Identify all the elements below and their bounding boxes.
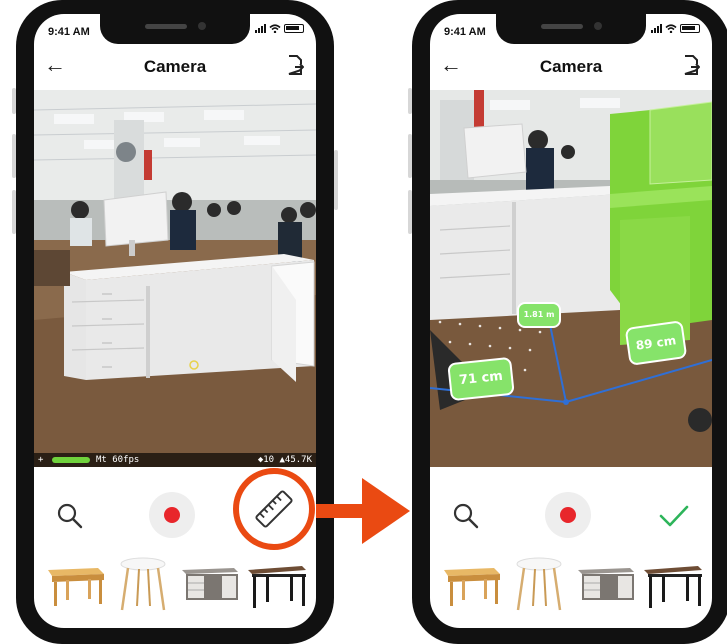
furniture-item-black-desk[interactable]: [640, 556, 702, 612]
record-button[interactable]: [149, 492, 195, 538]
wifi-icon: [269, 24, 281, 33]
signal-icon: [651, 24, 662, 33]
ruler-icon: [255, 490, 293, 528]
transition-arrow-icon: [316, 478, 410, 544]
furniture-item-round-white-table[interactable]: [508, 556, 570, 612]
volume-up-button: [408, 134, 412, 178]
status-time: 9:41 AM: [48, 26, 90, 38]
camera-viewport-measuring[interactable]: 71 cm 1.81 m 89 cm: [430, 90, 712, 467]
phone-mockup-after: 9:41 AM ← Camera 71 cm 1.81 m 89 cm: [408, 0, 727, 644]
furniture-carousel: [430, 552, 712, 618]
furniture-item-black-desk[interactable]: [244, 556, 306, 612]
volume-up-button: [12, 134, 16, 178]
ar-debug-bar: + Mt 60fps ◆10 ▲45.7K: [34, 453, 316, 467]
furniture-item-grey-desk[interactable]: [178, 556, 240, 612]
app-bar: ← Camera: [34, 52, 316, 82]
ar-debug-plus: +: [38, 455, 44, 465]
mute-switch: [12, 88, 16, 114]
furniture-item-wooden-table[interactable]: [440, 556, 502, 612]
furniture-item-round-white-table[interactable]: [112, 556, 174, 612]
camera-toolbar: [430, 488, 712, 544]
phone-notch: [496, 14, 646, 44]
record-button[interactable]: [545, 492, 591, 538]
app-bar: ← Camera: [430, 52, 712, 82]
power-button: [334, 150, 338, 210]
office-scene-photo: [34, 90, 316, 467]
volume-down-button: [408, 190, 412, 234]
battery-icon: [680, 24, 700, 33]
search-icon: [453, 503, 479, 529]
scene-stats: ◆10 ▲45.7K: [257, 455, 312, 465]
wifi-icon: [665, 24, 677, 33]
mute-switch: [408, 88, 412, 114]
measurement-label-width: 71 cm: [447, 356, 515, 402]
check-icon: [659, 505, 689, 527]
search-button[interactable]: [438, 488, 494, 544]
office-scene-photo-zoomed: [430, 90, 712, 467]
measurement-label-height: 1.81 m: [517, 302, 561, 328]
signal-icon: [255, 24, 266, 33]
file-export-icon[interactable]: [682, 54, 700, 76]
fps-meter: [52, 457, 90, 463]
measurement-label-depth: 89 cm: [624, 320, 688, 366]
phone-screen: 9:41 AM ← Camera: [430, 14, 712, 628]
search-icon: [57, 503, 83, 529]
volume-down-button: [12, 190, 16, 234]
phone-notch: [100, 14, 250, 44]
status-time: 9:41 AM: [444, 26, 486, 38]
page-title: Camera: [143, 57, 207, 76]
file-export-icon[interactable]: [286, 54, 304, 76]
measure-button-highlight[interactable]: [233, 468, 315, 550]
camera-viewport[interactable]: + Mt 60fps ◆10 ▲45.7K: [34, 90, 316, 467]
battery-icon: [284, 24, 304, 33]
furniture-carousel: [34, 552, 316, 618]
furniture-item-wooden-table[interactable]: [44, 556, 106, 612]
page-title: Camera: [539, 57, 603, 76]
search-button[interactable]: [42, 488, 98, 544]
fps-label: Mt 60fps: [96, 455, 140, 465]
furniture-item-grey-desk[interactable]: [574, 556, 636, 612]
confirm-button[interactable]: [646, 488, 702, 544]
